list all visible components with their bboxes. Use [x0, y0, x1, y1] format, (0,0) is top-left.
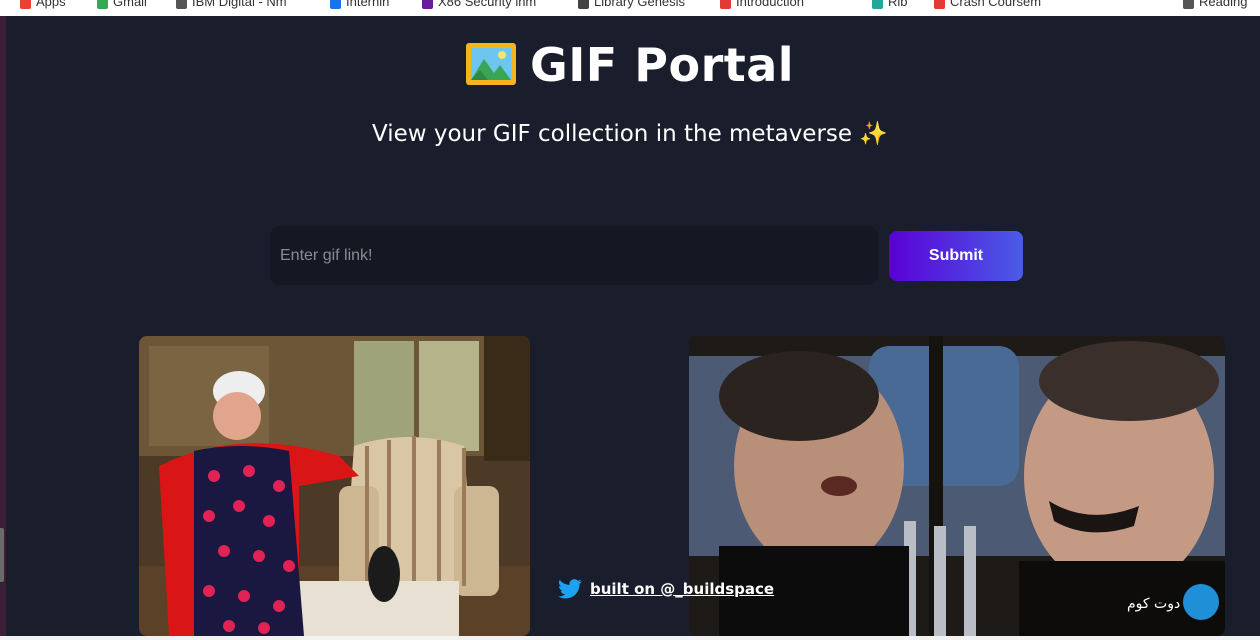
- page-title: GIF Portal: [0, 38, 1260, 92]
- bookmark-rib[interactable]: Rib: [872, 0, 908, 9]
- gif-watermark: دوت كوم: [1127, 596, 1180, 612]
- bookmark-icon: [422, 0, 433, 9]
- bookmark-icon: [330, 0, 341, 9]
- bookmark-icon: [872, 0, 883, 9]
- sparkles-icon: ✨: [859, 121, 889, 147]
- bookmark-apps[interactable]: Apps: [20, 0, 66, 9]
- window-resize-handle[interactable]: [0, 528, 4, 582]
- apps-icon: [20, 0, 31, 9]
- twitter-icon: [558, 579, 582, 599]
- bookmark-crash-course[interactable]: Crash Coursem: [934, 0, 1041, 9]
- bookmarks-bar: Apps Gmail IBM Digital - Nm Internin X86…: [0, 0, 1260, 16]
- bookmark-reading-list[interactable]: Reading: [1183, 0, 1247, 9]
- gif-woman-dancing-red-cape: [139, 336, 530, 636]
- footer: built on @_buildspace: [558, 579, 774, 599]
- gif-link-input[interactable]: [270, 226, 878, 285]
- reading-list-icon: [1183, 0, 1194, 9]
- youtube-icon: [934, 0, 945, 9]
- youtube-icon: [720, 0, 731, 9]
- bookmark-x86[interactable]: X86 Security inm: [422, 0, 536, 9]
- gif-image: [139, 336, 530, 636]
- bookmark-icon: [578, 0, 589, 9]
- gmail-icon: [97, 0, 108, 9]
- page-bottom-edge: [0, 636, 1260, 640]
- buildspace-link[interactable]: built on @_buildspace: [590, 580, 774, 598]
- bookmark-ibm[interactable]: IBM Digital - Nm: [176, 0, 287, 9]
- page-subtitle: View your GIF collection in the metavers…: [371, 121, 889, 147]
- bookmark-introduction[interactable]: Introduction: [720, 0, 804, 9]
- bookmark-gmail[interactable]: Gmail: [97, 0, 147, 9]
- submit-button[interactable]: Submit: [889, 231, 1023, 281]
- bookmark-internin[interactable]: Internin: [330, 0, 389, 9]
- bookmark-libgen[interactable]: Library Genesis: [578, 0, 685, 9]
- bookmark-icon: [176, 0, 187, 9]
- framed-picture-icon: [465, 43, 516, 85]
